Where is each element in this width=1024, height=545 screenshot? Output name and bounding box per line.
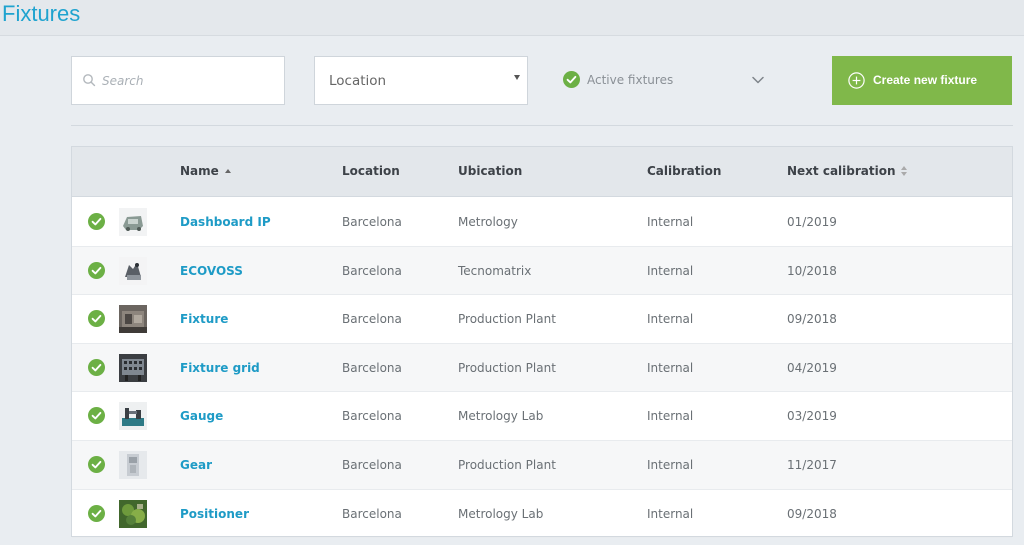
search-box[interactable] bbox=[71, 56, 285, 105]
fixture-ubication: Production Plant bbox=[458, 312, 556, 327]
fixture-calibration: Internal bbox=[647, 506, 694, 521]
check-circle-icon bbox=[563, 71, 580, 88]
fixture-ubication: Metrology Lab bbox=[458, 409, 544, 424]
fixture-location: Barcelona bbox=[342, 360, 402, 375]
column-header-location[interactable]: Location bbox=[342, 164, 400, 178]
fixture-location: Barcelona bbox=[342, 263, 402, 278]
sort-ascending-icon bbox=[224, 169, 231, 173]
fixture-location: Barcelona bbox=[342, 409, 402, 424]
fixture-next-calibration: 11/2017 bbox=[787, 458, 837, 472]
location-select[interactable]: Location bbox=[314, 56, 528, 105]
fixture-name-link[interactable]: Gear bbox=[180, 458, 212, 472]
active-status-icon bbox=[88, 504, 105, 522]
fixture-location: Barcelona bbox=[342, 458, 402, 472]
search-icon bbox=[83, 74, 96, 87]
table-row[interactable]: ECOVOSS Barcelona Tecnomatrix Internal 10/20… bbox=[72, 246, 1012, 296]
fixture-ubication: Production Plant bbox=[458, 360, 556, 375]
toolbar-divider bbox=[71, 125, 1013, 126]
ecovoss-thumbnail[interactable] bbox=[119, 256, 147, 285]
fixture-location: Barcelona bbox=[342, 215, 402, 229]
location-select-value: Location bbox=[329, 73, 387, 89]
active-status-icon bbox=[88, 213, 105, 230]
fixture-name-link[interactable]: Fixture grid bbox=[180, 361, 260, 375]
column-header-calibration[interactable]: Calibration bbox=[647, 164, 721, 178]
gear-thumbnail[interactable] bbox=[119, 451, 147, 479]
create-new-fixture-label: Create new fixture bbox=[873, 73, 978, 87]
fixture-name-link[interactable]: Gauge bbox=[180, 409, 223, 423]
fixtures-table: Name Location Ubication Calibration Next… bbox=[71, 146, 1013, 539]
fixture-calibration: Internal bbox=[647, 360, 694, 375]
fixture-name-link[interactable]: Dashboard IP bbox=[180, 215, 271, 229]
fixture-next-calibration: 09/2018 bbox=[787, 312, 837, 327]
fixture-calibration: Internal bbox=[647, 312, 694, 327]
gauge-thumbnail[interactable] bbox=[119, 402, 147, 431]
active-status-icon bbox=[88, 358, 105, 376]
table-header: Name Location Ubication Calibration Next… bbox=[72, 147, 1012, 197]
fixture-calibration: Internal bbox=[647, 409, 694, 424]
fixture-next-calibration: 01/2019 bbox=[787, 215, 837, 229]
table-row[interactable]: Positioner Barcelona Metrology Lab Internal… bbox=[72, 490, 1012, 539]
fixture-location: Barcelona bbox=[342, 506, 402, 521]
fixture-ubication: Metrology Lab bbox=[458, 506, 544, 521]
fixture-calibration: Internal bbox=[647, 215, 694, 229]
create-new-fixture-button[interactable]: Create new fixture bbox=[832, 56, 1012, 105]
fixture-next-calibration: 10/2018 bbox=[787, 263, 837, 278]
column-header-name[interactable]: Name bbox=[180, 164, 231, 178]
active-status-icon bbox=[88, 456, 105, 473]
fixture-next-calibration: 04/2019 bbox=[787, 360, 837, 375]
fixture-calibration: Internal bbox=[647, 458, 694, 472]
table-row[interactable]: Fixture grid Barcelona Production Plant Int… bbox=[72, 343, 1012, 393]
fixture-name-link[interactable]: Fixture bbox=[180, 312, 228, 326]
plus-circle-icon bbox=[848, 72, 865, 89]
sort-icon bbox=[900, 166, 909, 176]
chevron-down-icon[interactable] bbox=[751, 75, 765, 85]
fixture-grid-thumbnail[interactable] bbox=[119, 353, 147, 382]
fixture-ubication: Tecnomatrix bbox=[458, 263, 532, 278]
page-header: Fixtures bbox=[0, 0, 1024, 36]
fixture-ubication: Production Plant bbox=[458, 458, 556, 472]
table-row[interactable]: Gauge Barcelona Metrology Lab Internal 03/20… bbox=[72, 392, 1012, 441]
active-status-icon bbox=[88, 310, 105, 328]
table-row[interactable]: Fixture Barcelona Production Plant Internal… bbox=[72, 295, 1012, 344]
caret-down-icon bbox=[514, 75, 520, 80]
fixture-location: Barcelona bbox=[342, 312, 402, 327]
fixture-thumbnail[interactable] bbox=[119, 305, 147, 334]
table-row[interactable]: Gear Barcelona Production Plant Internal 11/… bbox=[72, 441, 1012, 490]
active-status-icon bbox=[88, 261, 105, 279]
fixture-ubication: Metrology bbox=[458, 215, 518, 229]
table-row[interactable]: Dashboard IP Barcelona Metrology Internal 01… bbox=[72, 198, 1012, 247]
column-header-next-calibration-label: Next calibration bbox=[787, 164, 896, 178]
fixture-next-calibration: 09/2018 bbox=[787, 506, 837, 521]
page-title: Fixtures bbox=[2, 1, 81, 26]
fixture-name-link[interactable]: Positioner bbox=[180, 507, 249, 521]
search-input[interactable] bbox=[102, 71, 272, 91]
active-status-icon bbox=[88, 407, 105, 425]
fixture-calibration: Internal bbox=[647, 263, 694, 278]
dashboard-thumbnail[interactable] bbox=[119, 208, 147, 236]
fixture-name-link[interactable]: ECOVOSS bbox=[180, 264, 243, 278]
fixture-next-calibration: 03/2019 bbox=[787, 409, 837, 424]
column-header-ubication[interactable]: Ubication bbox=[458, 164, 522, 178]
column-header-name-label: Name bbox=[180, 164, 219, 178]
column-header-next-calibration[interactable]: Next calibration bbox=[787, 164, 909, 178]
active-fixtures-label: Active fixtures bbox=[587, 73, 674, 87]
positioner-thumbnail[interactable] bbox=[119, 499, 147, 528]
